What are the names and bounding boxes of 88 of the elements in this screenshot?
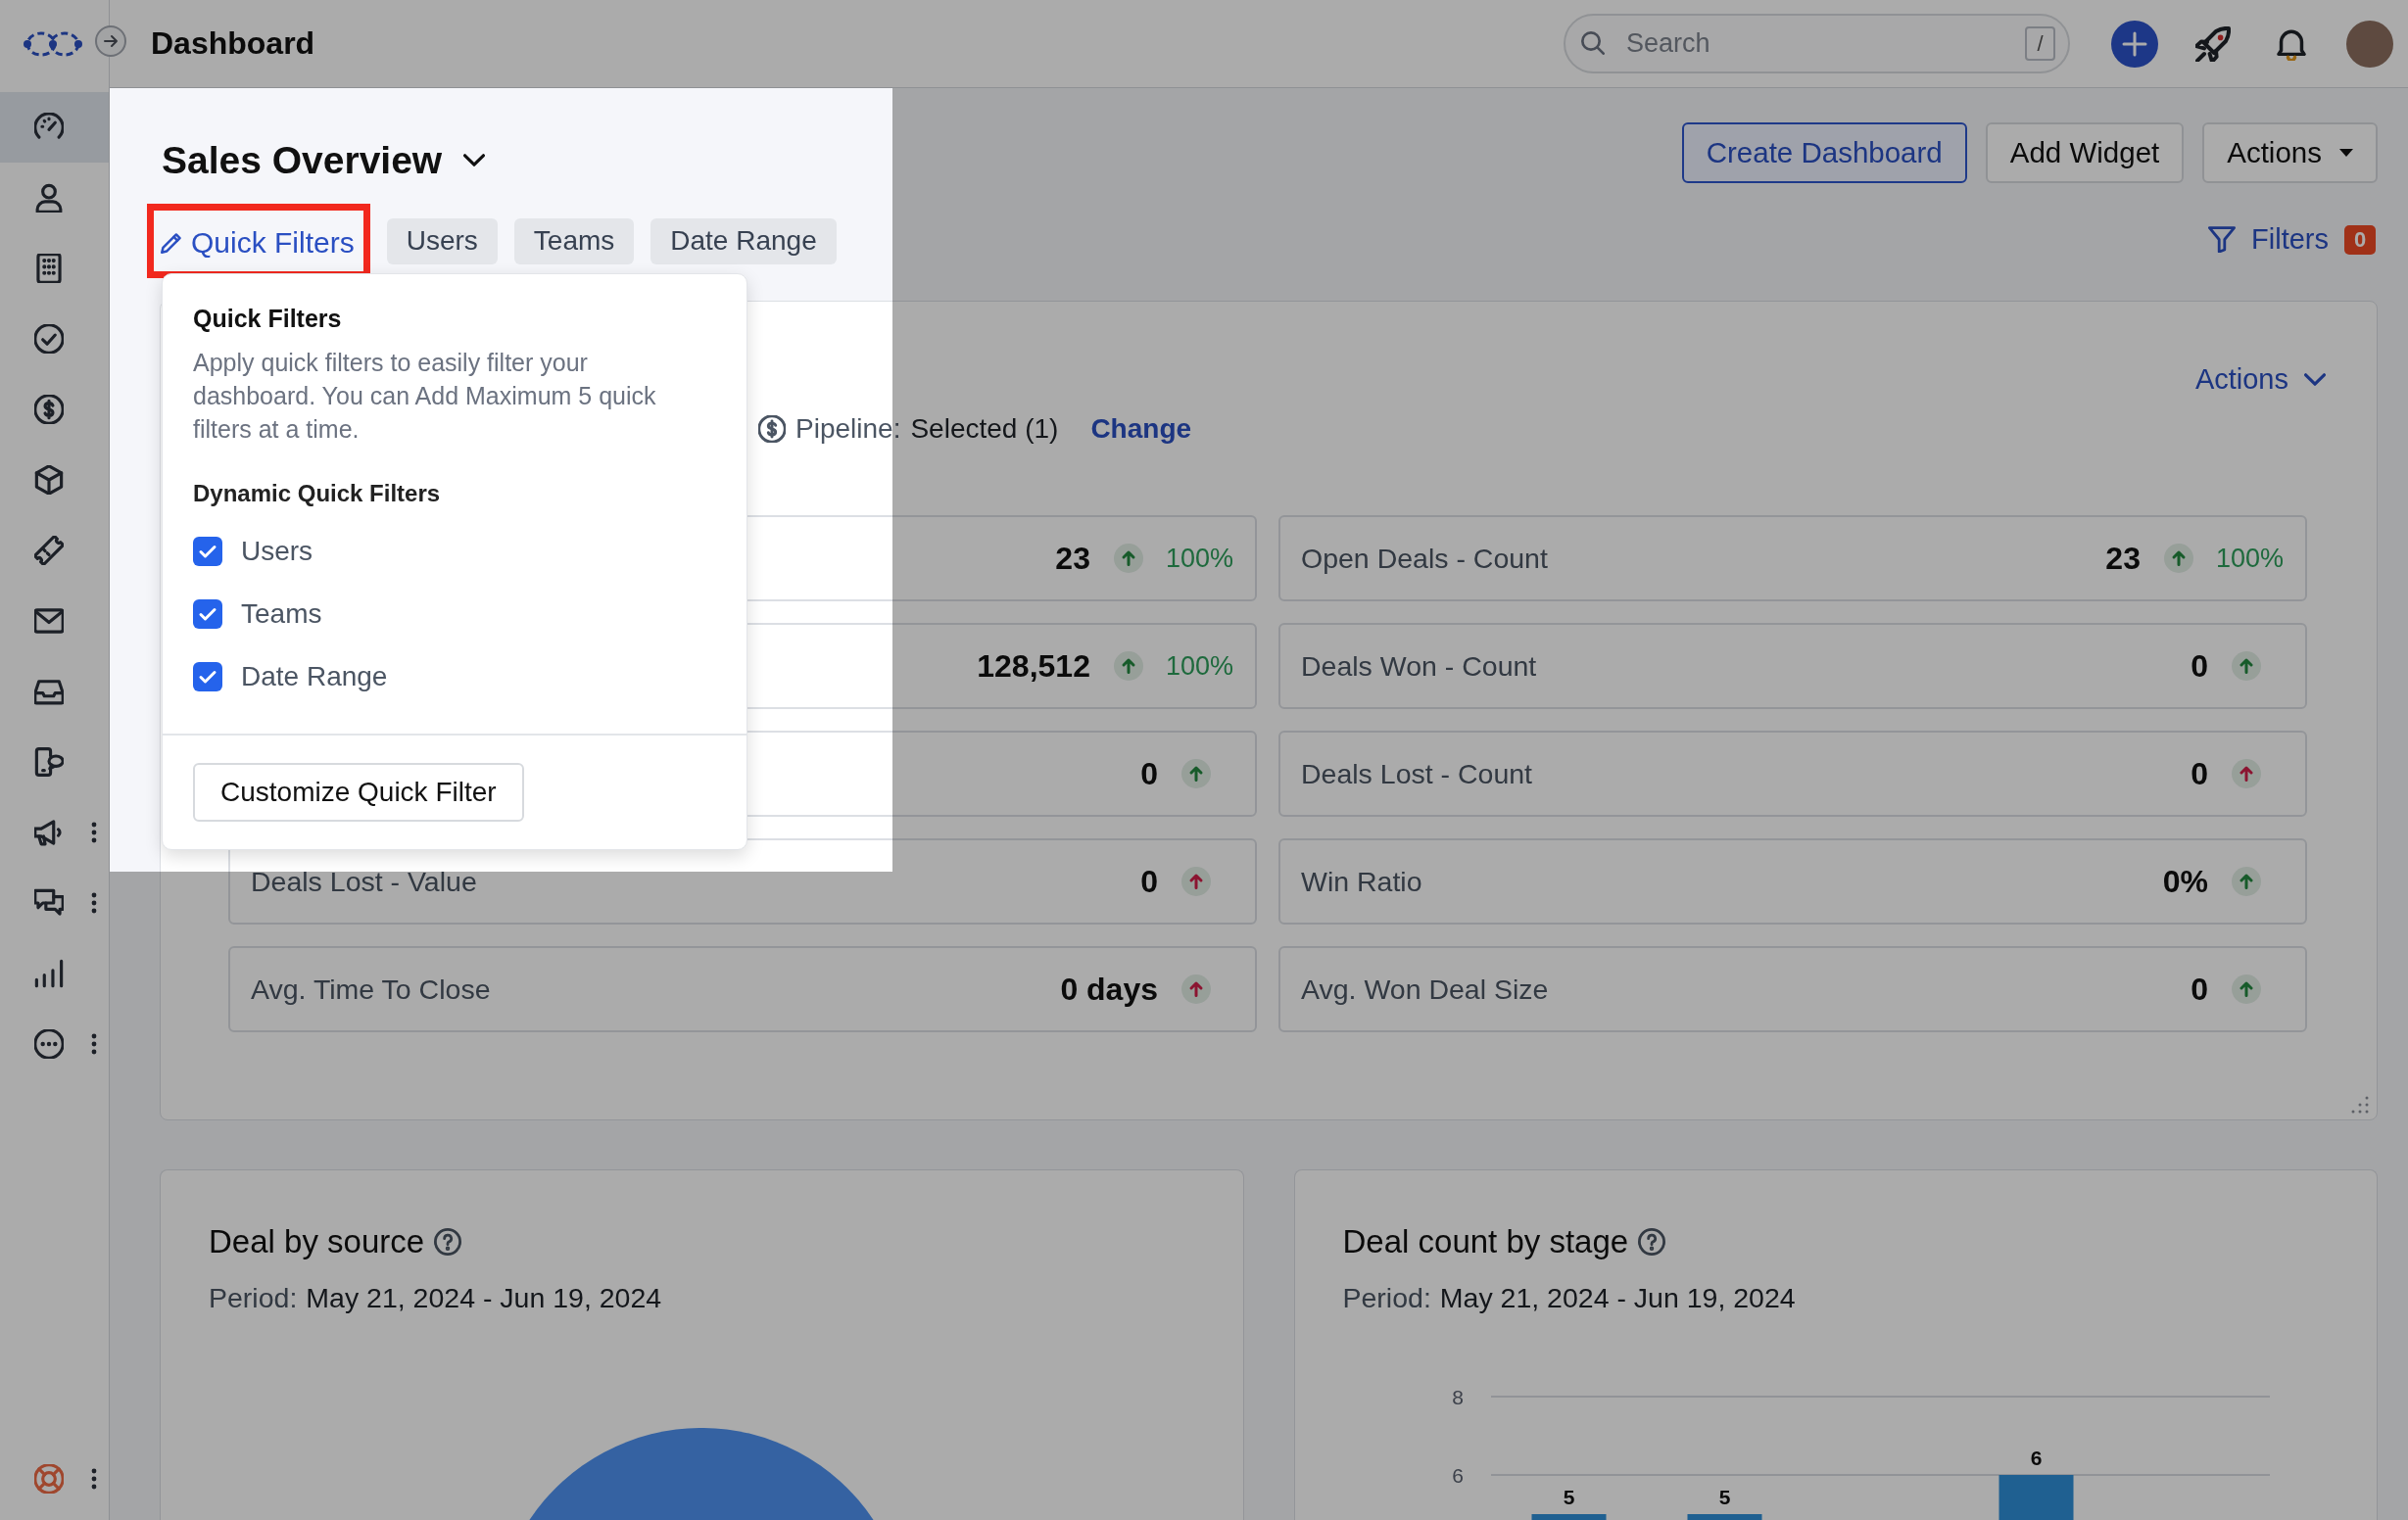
dashboard-title-dropdown[interactable]: Sales Overview (162, 138, 486, 182)
checkbox-label[interactable]: Teams (241, 598, 322, 630)
checkbox[interactable] (193, 599, 222, 629)
checkbox-label[interactable]: Users (241, 536, 313, 567)
bar-chart-icon (34, 959, 64, 988)
envelope-icon (34, 606, 64, 636)
period-label: Period: (1342, 1281, 1431, 1314)
actions-dropdown[interactable]: Actions (2194, 359, 2326, 399)
search-icon (1581, 31, 1605, 55)
phone-chat-icon (34, 747, 64, 777)
rocket-icon[interactable] (2195, 25, 2231, 62)
metric-label: Avg. Won Deal Size (1301, 973, 1549, 1006)
metric-value: 23 (2105, 540, 2141, 577)
inbox-tray-icon (34, 677, 64, 706)
metric-label: Open Deals - Count (1301, 542, 1548, 575)
metric-value: 23 (1055, 540, 1090, 577)
bar-value-label: 6 (2030, 1446, 2042, 1469)
chevron-down-icon (2304, 372, 2326, 386)
checkbox-label[interactable]: Date Range (241, 661, 388, 692)
quick-filters-button[interactable]: Quick Filters (161, 219, 355, 265)
filter-chip[interactable]: Users (386, 217, 498, 264)
bar-value-label: 5 (1718, 1485, 1730, 1508)
chart-title: Deal by source (209, 1223, 425, 1260)
change-link[interactable]: Change (1090, 413, 1192, 445)
axis-tick-label: 6 (1451, 1463, 1464, 1487)
person-icon (34, 183, 64, 213)
resize-grip-icon[interactable] (2351, 1096, 2369, 1114)
bar-value-label: 5 (1563, 1485, 1574, 1508)
ticket-icon (34, 536, 64, 565)
kebab-menu-icon[interactable] (91, 822, 97, 843)
metric-value: 0% (2162, 863, 2208, 900)
secondary-button[interactable]: Add Widget (1985, 122, 2185, 183)
chat-bubbles-icon (34, 888, 64, 918)
pencil-icon (161, 231, 182, 254)
funnel-icon (2208, 226, 2237, 253)
create-button[interactable]: Create Dashboard (1681, 122, 1967, 183)
plus-icon[interactable] (2111, 20, 2158, 68)
filter-chip[interactable]: Teams (513, 217, 635, 264)
metric-value: 128,512 (977, 647, 1090, 685)
caret-down-icon (2339, 149, 2353, 157)
logo-icon[interactable] (22, 30, 84, 58)
kebab-menu-icon[interactable] (91, 1033, 97, 1055)
gauge-icon (34, 113, 64, 142)
help-icon[interactable] (434, 1228, 462, 1256)
cube-icon (34, 465, 64, 495)
change-percent: 100% (2215, 543, 2284, 574)
metric-label: Win Ratio (1301, 865, 1422, 898)
sidebar-item[interactable] (0, 92, 109, 163)
dropdown-button[interactable]: Actions (2202, 122, 2378, 183)
building-icon (34, 254, 64, 283)
arrow-right-icon[interactable] (95, 25, 126, 57)
section-title: Dynamic Quick Filters (193, 479, 441, 508)
metric-value: 0 (1140, 755, 1158, 792)
chevron-down-icon (463, 154, 486, 166)
lifebuoy-icon[interactable] (34, 1464, 64, 1494)
popup-description: Apply quick filters to easily filter your dashboard. You can Add Maximum 5 quick filters at a time. (193, 348, 657, 445)
filters-button[interactable]: Filters 0 (2208, 223, 2376, 256)
chart-title: Deal count by stage (1342, 1223, 1629, 1260)
help-icon[interactable] (1638, 1228, 1666, 1256)
metric-value: 0 (2191, 647, 2208, 685)
avatar[interactable] (2346, 20, 2393, 68)
change-percent: 100% (1165, 650, 1233, 682)
period-value: May 21, 2024 - Jun 19, 2024 (306, 1281, 662, 1314)
kebab-menu-icon[interactable] (91, 1468, 97, 1490)
metric-value: 0 (2191, 971, 2208, 1008)
checkbox[interactable] (193, 537, 222, 566)
count-badge: 0 (2344, 224, 2376, 255)
metric-label: Deals Lost - Value (251, 865, 477, 898)
megaphone-icon (34, 818, 64, 847)
period-value: May 21, 2024 - Jun 19, 2024 (1439, 1281, 1796, 1314)
metric-label: Deals Won - Count (1301, 649, 1537, 683)
checkbox[interactable] (193, 662, 222, 691)
page-title: Dashboard (151, 25, 315, 62)
metric-label: Deals Lost - Count (1301, 757, 1533, 790)
kebab-menu-icon[interactable] (91, 892, 97, 914)
customize-button[interactable]: Customize Quick Filter (193, 763, 524, 822)
filter-value: Selected (1) (910, 413, 1059, 445)
filter-label: Pipeline: (795, 413, 901, 445)
metric-label: Avg. Time To Close (251, 973, 491, 1006)
metric-value: 0 (1140, 863, 1158, 900)
shortcut-key: / (2025, 26, 2055, 61)
change-percent: 100% (1165, 543, 1233, 574)
metric-value: 0 days (1060, 971, 1158, 1008)
popup-title: Quick Filters (193, 304, 342, 333)
axis-tick-label: 8 (1451, 1385, 1464, 1408)
filter-chip[interactable]: Date Range (650, 217, 837, 264)
period-label: Period: (209, 1281, 298, 1314)
metric-value: 0 (2191, 755, 2208, 792)
